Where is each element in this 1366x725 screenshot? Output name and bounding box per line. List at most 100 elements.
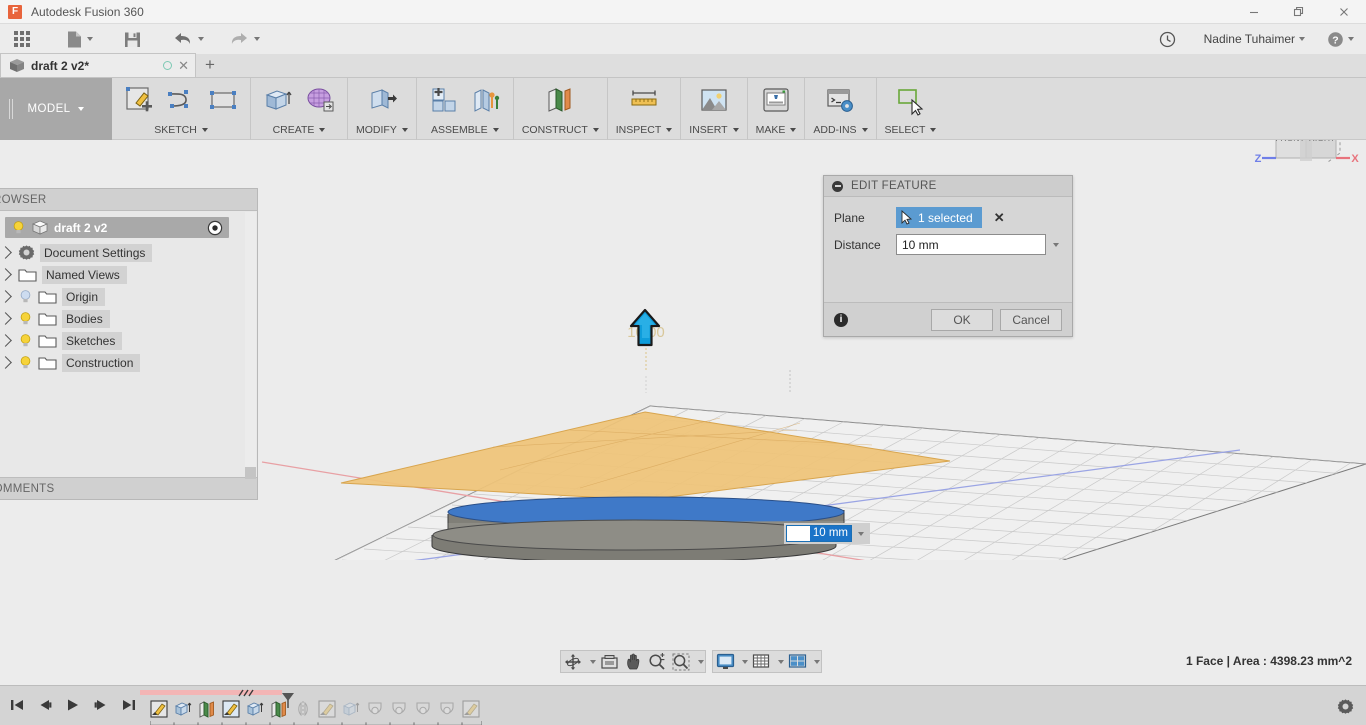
ribbon-group-label[interactable]: MAKE bbox=[756, 122, 797, 138]
lightbulb-icon[interactable] bbox=[18, 333, 33, 348]
lightbulb-icon[interactable] bbox=[11, 220, 26, 235]
new-document-button[interactable] bbox=[60, 24, 99, 54]
timeline-feature-extrude[interactable] bbox=[340, 698, 362, 720]
history-button[interactable] bbox=[1153, 24, 1182, 54]
clear-selection-icon[interactable]: ✕ bbox=[994, 210, 1005, 226]
ribbon-group-label[interactable]: SKETCH bbox=[154, 122, 208, 138]
timeline-feature-sketch[interactable] bbox=[148, 698, 170, 720]
view-cube[interactable]: FRONT RIGHT Y X Z bbox=[1254, 140, 1364, 192]
ok-button[interactable]: OK bbox=[931, 308, 993, 331]
new-component-button[interactable] bbox=[425, 81, 463, 119]
distance-dropdown[interactable] bbox=[1046, 234, 1061, 255]
tree-root-component[interactable]: draft 2 v2 bbox=[5, 217, 229, 238]
canvas-dimension-input[interactable]: 10 mm bbox=[786, 525, 852, 542]
timeline-feature-revolve[interactable] bbox=[436, 698, 458, 720]
timeline-feature-plane[interactable] bbox=[196, 698, 218, 720]
help-button[interactable]: ? bbox=[1321, 24, 1360, 54]
radio-dot-icon[interactable] bbox=[207, 220, 223, 236]
tab-close-icon[interactable]: ✕ bbox=[178, 59, 189, 72]
fit-button[interactable] bbox=[669, 651, 693, 672]
ribbon-group-label[interactable]: ADD-INS bbox=[813, 122, 868, 138]
timeline-settings-button[interactable] bbox=[1334, 695, 1356, 717]
canvas-dimension-input-group[interactable]: 10 mm bbox=[784, 523, 870, 544]
grid-snaps-dropdown[interactable] bbox=[773, 651, 785, 672]
cancel-button[interactable]: Cancel bbox=[1000, 308, 1062, 331]
ribbon-group-label[interactable]: MODIFY bbox=[356, 122, 408, 138]
distance-input[interactable] bbox=[896, 234, 1046, 255]
workspace-selector[interactable]: MODEL bbox=[0, 78, 112, 140]
ribbon-group-label[interactable]: ASSEMBLE bbox=[431, 122, 499, 138]
timeline-feature-revolve[interactable] bbox=[412, 698, 434, 720]
browser-scrollbar-thumb[interactable] bbox=[245, 467, 256, 479]
timeline-feature-revolve[interactable] bbox=[364, 698, 386, 720]
chevron-right-icon[interactable] bbox=[0, 312, 12, 325]
document-tab[interactable]: draft 2 v2* ✕ bbox=[0, 53, 196, 77]
orbit-button[interactable] bbox=[561, 651, 585, 672]
zoom-button[interactable] bbox=[645, 651, 669, 672]
tree-node-named-views[interactable]: Named Views bbox=[0, 264, 247, 285]
chevron-right-icon[interactable] bbox=[0, 246, 12, 259]
timeline-feature-revolve[interactable] bbox=[388, 698, 410, 720]
orbit-dropdown[interactable] bbox=[585, 651, 597, 672]
plane-selection-chip[interactable]: 1 selected bbox=[896, 207, 982, 228]
close-button[interactable] bbox=[1321, 0, 1366, 24]
app-grid-button[interactable] bbox=[6, 24, 38, 54]
pan-button[interactable] bbox=[621, 651, 645, 672]
canvas-dimension-dropdown[interactable] bbox=[852, 531, 866, 536]
chevron-right-icon[interactable] bbox=[0, 356, 12, 369]
display-settings-dropdown[interactable] bbox=[737, 651, 749, 672]
tree-node-construction[interactable]: Construction bbox=[0, 352, 247, 373]
dialog-titlebar[interactable]: EDIT FEATURE bbox=[824, 176, 1072, 197]
3d-print-button[interactable] bbox=[757, 81, 795, 119]
undo-button[interactable] bbox=[166, 24, 210, 54]
insert-image-button[interactable] bbox=[695, 81, 733, 119]
create-form-button[interactable] bbox=[301, 81, 339, 119]
press-pull-button[interactable] bbox=[363, 81, 401, 119]
timeline-feature-plane[interactable] bbox=[268, 698, 290, 720]
timeline-feature-mirror[interactable] bbox=[292, 698, 314, 720]
new-tab-button[interactable]: + bbox=[196, 53, 224, 77]
minimize-button[interactable] bbox=[1231, 0, 1276, 24]
ribbon-group-label[interactable]: CREATE bbox=[273, 122, 326, 138]
lightbulb-icon[interactable] bbox=[18, 355, 33, 370]
measure-button[interactable] bbox=[625, 81, 663, 119]
timeline-feature-extrude[interactable] bbox=[244, 698, 266, 720]
up-arrow-handle-icon[interactable] bbox=[628, 308, 662, 348]
go-to-end-button[interactable] bbox=[118, 694, 140, 716]
spline-button[interactable] bbox=[162, 81, 200, 119]
timeline-feature-sketch[interactable] bbox=[316, 698, 338, 720]
extrude-button[interactable] bbox=[259, 81, 297, 119]
grid-snaps-button[interactable] bbox=[749, 651, 773, 672]
tree-node-bodies[interactable]: Bodies bbox=[0, 308, 247, 329]
create-sketch-button[interactable] bbox=[120, 81, 158, 119]
browser-scrollbar[interactable] bbox=[245, 212, 256, 478]
display-settings-button[interactable] bbox=[713, 651, 737, 672]
look-at-button[interactable] bbox=[597, 651, 621, 672]
solid-body-lower[interactable] bbox=[431, 519, 837, 560]
viewports-button[interactable] bbox=[785, 651, 809, 672]
tree-node-origin[interactable]: Origin bbox=[0, 286, 247, 307]
select-button[interactable] bbox=[891, 81, 929, 119]
ribbon-group-label[interactable]: INSERT bbox=[689, 122, 739, 138]
joint-button[interactable] bbox=[467, 81, 505, 119]
play-button[interactable] bbox=[62, 694, 84, 716]
scripts-addins-button[interactable] bbox=[821, 81, 859, 119]
chevron-right-icon[interactable] bbox=[0, 268, 12, 281]
timeline-feature-sketch[interactable] bbox=[460, 698, 482, 720]
go-to-beginning-button[interactable] bbox=[6, 694, 28, 716]
redo-button[interactable] bbox=[222, 24, 266, 54]
user-account-button[interactable]: Nadine Tuhaimer bbox=[1198, 24, 1311, 54]
chevron-right-icon[interactable] bbox=[0, 290, 12, 303]
comments-header[interactable]: COMMENTS bbox=[0, 477, 257, 499]
collapse-icon[interactable] bbox=[832, 180, 843, 192]
info-icon[interactable]: i bbox=[834, 312, 848, 327]
rectangle-button[interactable] bbox=[204, 81, 242, 119]
tree-node-sketches[interactable]: Sketches bbox=[0, 330, 247, 351]
restore-button[interactable] bbox=[1276, 0, 1321, 24]
lightbulb-icon[interactable] bbox=[18, 311, 33, 326]
viewports-dropdown[interactable] bbox=[809, 651, 821, 672]
ribbon-group-label[interactable]: CONSTRUCT bbox=[522, 122, 599, 138]
ribbon-group-label[interactable]: SELECT bbox=[885, 122, 937, 138]
offset-plane-button[interactable] bbox=[541, 81, 579, 119]
timeline-feature-sketch[interactable] bbox=[220, 698, 242, 720]
